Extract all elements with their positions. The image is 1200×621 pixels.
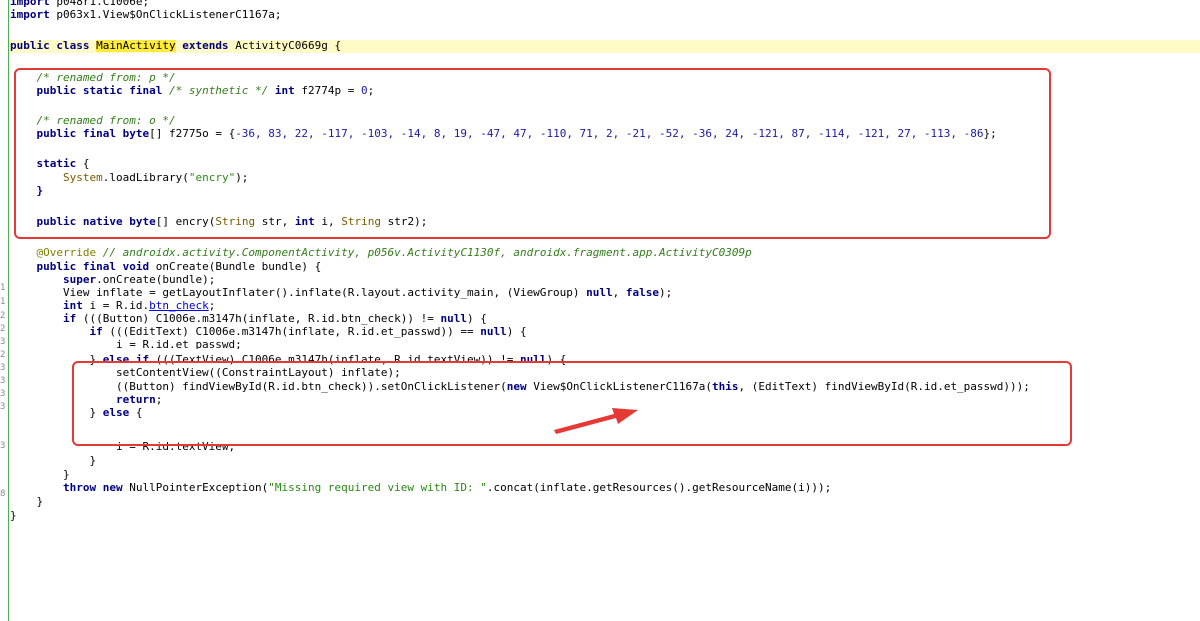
code-line-i-passwd[interactable]: i = R.id.et_passwd; xyxy=(10,339,1200,349)
brace: } xyxy=(36,496,44,508)
brace: } xyxy=(89,455,97,467)
code-line-class-close[interactable]: } xyxy=(10,510,1200,523)
code-text: (((EditText) C1006e.m3147h(inflate, R.id… xyxy=(102,326,481,338)
keyword: public final void xyxy=(36,261,150,273)
code-line-super[interactable]: super.onCreate(bundle); xyxy=(10,274,1200,287)
code-text: { xyxy=(327,40,342,52)
keyword: public class xyxy=(10,40,97,52)
code-line-int-i[interactable]: int i = R.id.btn_check; xyxy=(10,300,1200,313)
code-text: i = R.id.et_passwd; xyxy=(115,339,242,349)
keyword: if xyxy=(89,326,103,338)
code-line-if-button[interactable]: if (((Button) C1006e.m3147h(inflate, R.i… xyxy=(10,313,1200,326)
brace: } xyxy=(10,510,17,522)
string-literal: "Missing required view with ID: " xyxy=(268,482,487,494)
gutter-number: 3 xyxy=(0,337,6,347)
gutter-number: 2 xyxy=(0,311,6,321)
code-text: i = R.id. xyxy=(82,300,150,312)
code-line-import-2[interactable]: import p063x1.View$OnClickListenerC1167a… xyxy=(10,9,1200,22)
gutter-number: 2 xyxy=(0,350,6,360)
gutter-number: 3 xyxy=(0,389,6,399)
code-text: p063x1.View$OnClickListenerC1167a; xyxy=(49,9,282,21)
code-line-inner-close[interactable]: } xyxy=(10,455,1200,468)
code-text: ) { xyxy=(466,313,487,325)
code-editor[interactable]: 1 1 2 2 3 2 3 3 3 3 3 8 import p048r1.C1… xyxy=(0,0,1200,621)
code-text: .concat(inflate.getResources().getResour… xyxy=(486,482,832,494)
keyword: int xyxy=(62,300,83,312)
code-line-override[interactable]: @Override // androidx.activity.Component… xyxy=(10,247,1200,260)
keyword: if xyxy=(62,313,77,325)
annotation-arrow-icon xyxy=(554,408,638,434)
keyword: import xyxy=(10,0,50,8)
gutter-number: 3 xyxy=(0,441,6,451)
comment: // androidx.activity.ComponentActivity, … xyxy=(96,247,752,259)
code-line-oncreate[interactable]: public final void onCreate(Bundle bundle… xyxy=(10,261,1200,274)
code-text: ; xyxy=(208,300,216,312)
gutter-number: 3 xyxy=(0,402,6,412)
code-text: onCreate(Bundle bundle) { xyxy=(149,261,322,273)
gutter-number: 3 xyxy=(0,363,6,373)
code-text: .onCreate(bundle); xyxy=(96,274,216,286)
code-line-method-close[interactable]: } xyxy=(10,496,1200,509)
code-text: ) { xyxy=(506,326,527,338)
code-line-inflate[interactable]: View inflate = getLayoutInflater().infla… xyxy=(10,287,1200,300)
keyword: null xyxy=(480,326,507,338)
keyword: null xyxy=(586,287,613,299)
gutter-number: 8 xyxy=(0,489,6,499)
identifier-link[interactable]: btn_check xyxy=(149,300,209,312)
annotation-box-native-section xyxy=(14,68,1051,239)
keyword: import xyxy=(10,9,50,21)
keyword: throw new xyxy=(62,482,123,494)
code-line-if-edittext[interactable]: if (((EditText) C1006e.m3147h(inflate, R… xyxy=(10,326,1200,339)
code-line-throw[interactable]: throw new NullPointerException("Missing … xyxy=(10,482,1200,495)
gutter-line-numbers: 1 1 2 2 3 2 3 3 3 3 3 8 xyxy=(0,0,8,621)
code-text: , xyxy=(612,287,626,299)
keyword: false xyxy=(625,287,660,299)
code-text: (((Button) C1006e.m3147h(inflate, R.id.b… xyxy=(76,313,441,325)
code-text: p048r1.C1006e; xyxy=(49,0,150,8)
keyword: null xyxy=(440,313,467,325)
code-text: NullPointerException( xyxy=(122,482,269,494)
gutter-number: 2 xyxy=(0,324,6,334)
keyword: extends xyxy=(175,40,236,52)
code-line-if-close[interactable]: } xyxy=(10,469,1200,482)
gutter-number: 1 xyxy=(0,297,6,307)
code-line-import-1[interactable]: import p048r1.C1006e; xyxy=(10,0,1200,9)
brace: } xyxy=(62,469,70,481)
keyword: super xyxy=(62,274,97,286)
code-text: View inflate = getLayoutInflater().infla… xyxy=(62,287,587,299)
parent-class: ActivityC0669g xyxy=(235,40,328,52)
annotation: @Override xyxy=(36,247,97,259)
code-line-class-declaration[interactable]: public class MainActivity extends Activi… xyxy=(10,40,1200,53)
gutter-number: 3 xyxy=(0,376,6,386)
gutter-number: 1 xyxy=(0,283,6,293)
class-name-highlight[interactable]: MainActivity xyxy=(96,40,176,52)
code-text: ); xyxy=(659,287,673,299)
